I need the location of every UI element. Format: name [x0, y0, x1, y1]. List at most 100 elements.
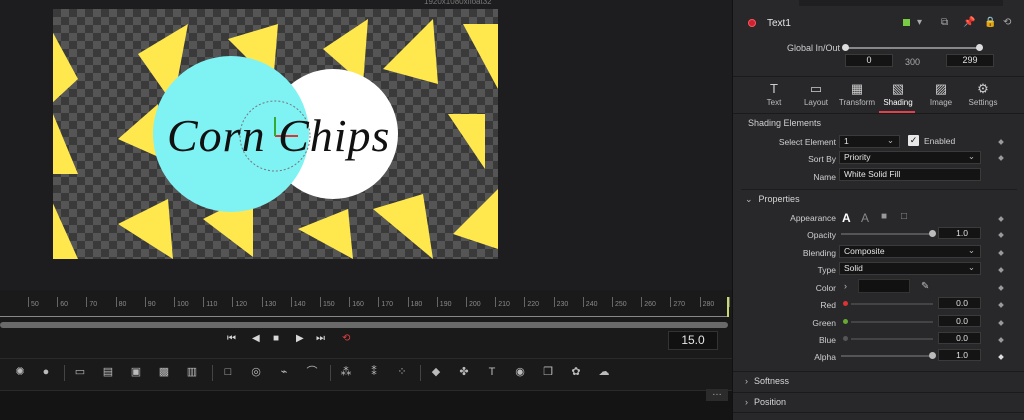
tab-transform[interactable]: ▦ Transform — [835, 81, 879, 107]
lock-icon[interactable]: 🔒 — [984, 17, 996, 28]
ruler-tick — [495, 297, 497, 307]
text-icon: T — [770, 81, 778, 96]
keyframe-icon[interactable] — [998, 285, 1004, 291]
keyframe-icon[interactable] — [998, 139, 1004, 145]
opacity-field[interactable]: 1.0 — [938, 227, 981, 239]
render-end-marker[interactable] — [727, 297, 729, 317]
chevron-down-icon[interactable]: ▾ — [917, 17, 922, 28]
global-end-field[interactable]: 299 — [946, 54, 994, 67]
text-3d-icon[interactable]: T — [484, 365, 500, 379]
loop-icon[interactable]: ⟲ — [342, 333, 350, 344]
slider-handle[interactable] — [929, 352, 936, 359]
tab-shading[interactable]: ▧ Shading — [876, 81, 920, 107]
skip-to-end-icon[interactable]: ⏭ — [316, 333, 325, 344]
tab-layout[interactable]: ▭ Layout — [794, 81, 838, 107]
keyframe-icon[interactable] — [998, 216, 1004, 222]
type-dropdown[interactable]: Solid ⌄ — [839, 262, 981, 275]
skip-to-start-icon[interactable]: ⏮ — [227, 333, 236, 344]
ruler-label: 250 — [615, 301, 627, 308]
image-plane-3d-icon[interactable]: ◆ — [428, 365, 444, 379]
node-color-icon[interactable] — [903, 19, 910, 26]
keyframe-icon[interactable] — [998, 320, 1004, 326]
properties-section-header[interactable]: ⌄ Properties — [745, 194, 800, 205]
ellipse-mask-icon[interactable]: ◎ — [248, 365, 264, 379]
particle-render-icon[interactable]: ⁑ — [366, 365, 382, 379]
blue-slider[interactable] — [851, 338, 933, 340]
polygon-mask-icon[interactable]: ⌁ — [276, 365, 292, 379]
time-ruler[interactable]: 50 60 70 80 90 100 110 120 130 140 150 160 170 180 190… — [0, 297, 743, 317]
sort-by-dropdown[interactable]: Priority ⌄ — [839, 151, 981, 164]
paint-node-icon[interactable]: ▣ — [128, 365, 144, 379]
reset-icon[interactable]: ⟲ — [1003, 17, 1011, 28]
enabled-checkbox[interactable]: ✓ — [908, 135, 919, 146]
drop-icon[interactable]: ● — [38, 365, 54, 379]
current-frame-field[interactable]: 15.0 — [668, 331, 718, 350]
eyedropper-icon[interactable]: ✎ — [921, 281, 929, 292]
appearance-text-icon[interactable]: A — [842, 211, 851, 225]
ruler-tick — [378, 297, 380, 307]
renderer-3d-icon[interactable]: ✿ — [568, 365, 584, 379]
background-node-icon[interactable]: ▭ — [72, 365, 88, 379]
global-range-slider[interactable] — [842, 44, 983, 51]
appearance-label: Appearance — [790, 213, 836, 223]
position-section-header[interactable]: › Position — [733, 392, 1024, 410]
merge-3d-icon[interactable]: ❒ — [540, 365, 556, 379]
light-3d-icon[interactable]: ☁ — [596, 365, 612, 379]
viewer-canvas[interactable]: Corn Chips — [53, 9, 498, 259]
appearance-outline-icon[interactable]: A — [861, 211, 869, 225]
keyframe-icon[interactable] — [998, 354, 1004, 360]
ruler-label: 190 — [439, 301, 452, 308]
pin-icon[interactable]: 📌 — [963, 17, 975, 28]
step-back-icon[interactable]: ◀ — [252, 333, 260, 344]
keyframe-icon[interactable] — [998, 250, 1004, 256]
particle-emitter-icon[interactable]: ⁂ — [338, 365, 354, 379]
color-swatch[interactable] — [858, 279, 910, 293]
versions-icon[interactable]: ⧉ — [941, 17, 948, 28]
appearance-frame-icon[interactable]: □ — [901, 211, 907, 222]
particle-force-icon[interactable]: ⁘ — [394, 365, 410, 379]
text-node-icon[interactable]: ▥ — [184, 365, 200, 379]
red-field[interactable]: 0.0 — [938, 297, 981, 309]
tab-text[interactable]: T Text — [752, 81, 796, 107]
global-start-field[interactable]: 0 — [845, 54, 893, 67]
resize-node-icon[interactable]: ▩ — [156, 365, 172, 379]
blue-field[interactable]: 0.0 — [938, 332, 981, 344]
green-field[interactable]: 0.0 — [938, 315, 981, 327]
appearance-block-icon[interactable]: ■ — [881, 211, 887, 222]
node-name: Text1 — [767, 18, 791, 29]
merge-node-icon[interactable]: ▤ — [100, 365, 116, 379]
bspline-mask-icon[interactable]: ⌒ — [304, 365, 320, 379]
shape-3d-icon[interactable]: ✤ — [456, 365, 472, 379]
camera-3d-icon[interactable]: ◉ — [512, 365, 528, 379]
keyframe-icon[interactable] — [998, 232, 1004, 238]
alpha-slider[interactable] — [841, 352, 936, 359]
tab-settings[interactable]: ⚙ Settings — [961, 81, 1005, 107]
green-slider[interactable] — [851, 321, 933, 323]
opacity-slider[interactable] — [841, 230, 936, 237]
timeline-scrubber[interactable] — [0, 322, 728, 328]
slider-handle[interactable] — [929, 230, 936, 237]
stop-icon[interactable]: ■ — [273, 333, 279, 344]
keyframe-icon[interactable] — [998, 267, 1004, 273]
keyframe-icon[interactable] — [998, 337, 1004, 343]
rectangle-mask-icon[interactable]: □ — [220, 365, 236, 379]
node-editor-area[interactable] — [0, 390, 732, 420]
alpha-field[interactable]: 1.0 — [938, 349, 981, 361]
panel-tabs[interactable] — [799, 0, 1003, 6]
tab-image[interactable]: ▨ Image — [919, 81, 963, 107]
play-icon[interactable]: ▶ — [296, 333, 304, 344]
red-slider[interactable] — [851, 303, 933, 305]
sun-icon[interactable]: ✺ — [12, 365, 28, 379]
select-element-dropdown[interactable]: 1 ⌄ — [839, 135, 900, 148]
range-end-handle[interactable] — [976, 44, 983, 51]
triangle-shape — [118, 199, 173, 259]
chevron-right-icon[interactable]: › — [844, 281, 847, 291]
node-enable-icon[interactable] — [748, 19, 756, 27]
more-options-icon[interactable]: … — [706, 388, 728, 401]
softness-section-header[interactable]: › Softness — [733, 371, 1024, 389]
keyframe-icon[interactable] — [998, 302, 1004, 308]
range-start-handle[interactable] — [842, 44, 849, 51]
keyframe-icon[interactable] — [998, 155, 1004, 161]
blending-dropdown[interactable]: Composite ⌄ — [839, 245, 981, 258]
name-field[interactable]: White Solid Fill — [839, 168, 981, 181]
